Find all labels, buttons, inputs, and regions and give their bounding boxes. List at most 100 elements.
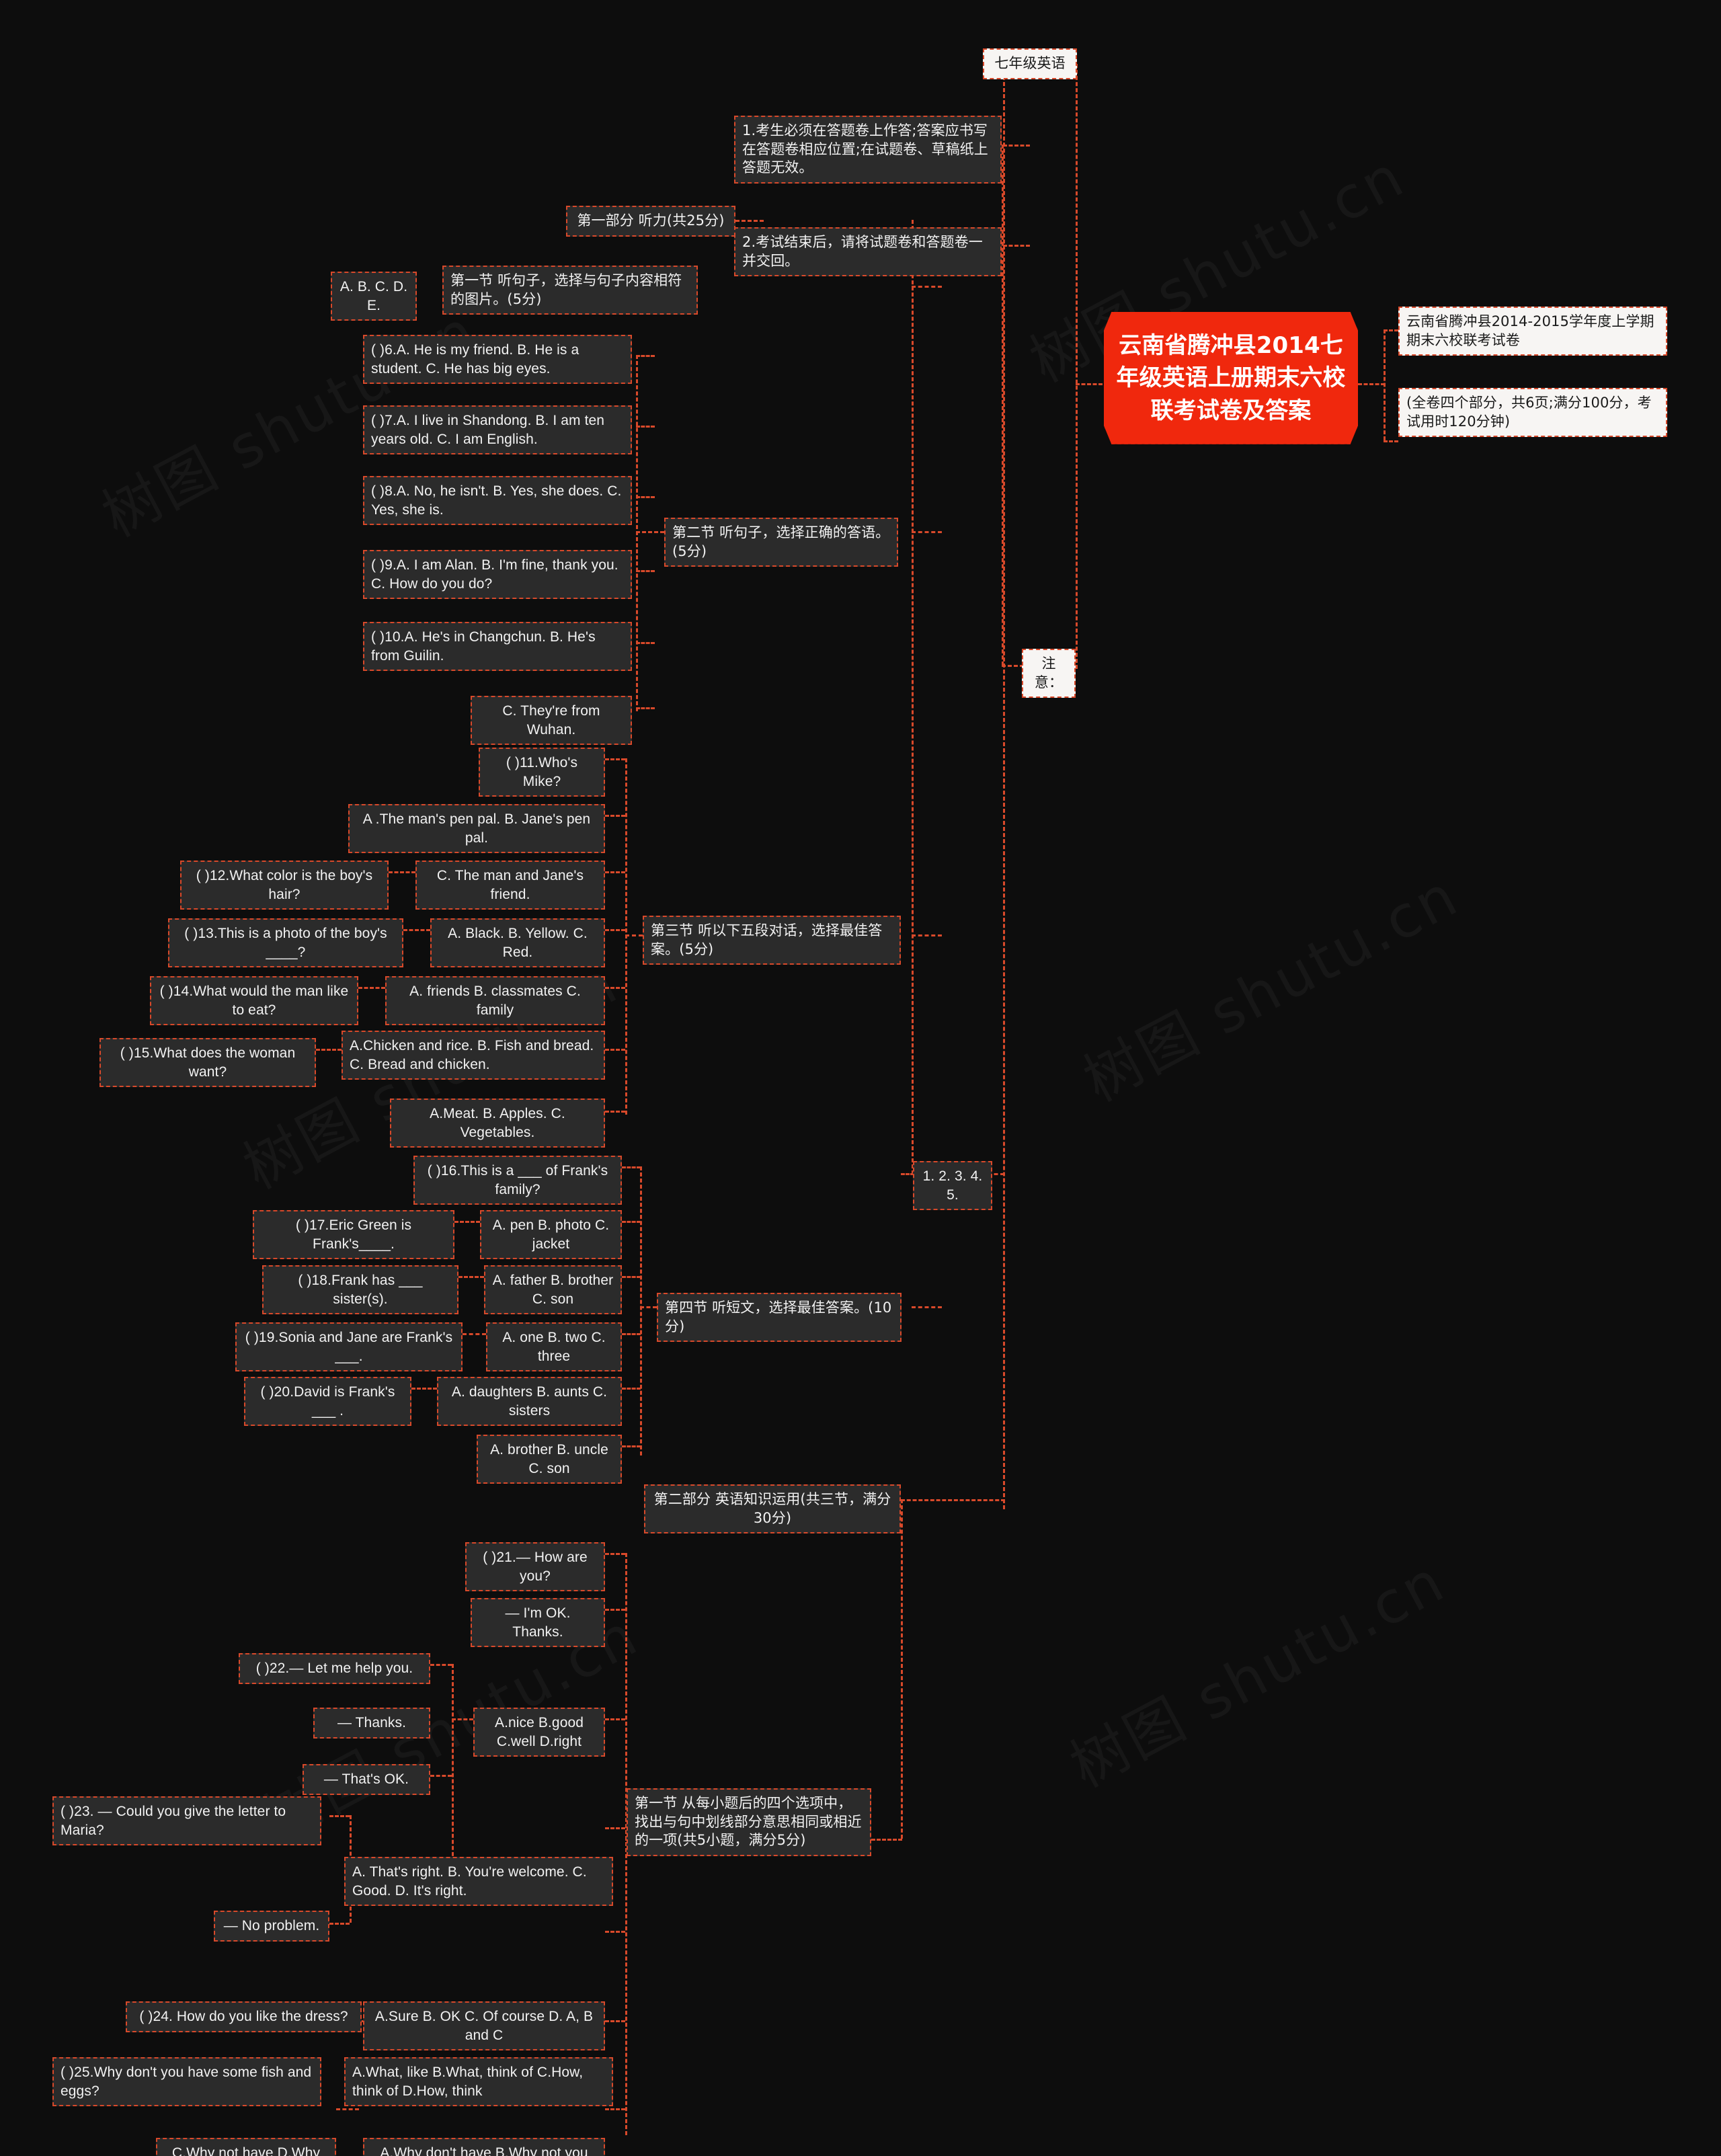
exam-paper-name-node[interactable]: 云南省腾冲县2014-2015学年度上学期期末六校联考试卷 (1398, 307, 1667, 356)
connector (901, 1499, 1005, 1501)
connector (605, 815, 625, 817)
connector (622, 1166, 641, 1168)
watermark: 树图 shutu.cn (1053, 1535, 1457, 1803)
option-node-q22a[interactable]: — Thanks. (313, 1708, 430, 1739)
connector (1003, 64, 1005, 1509)
central-topic[interactable]: 云南省腾冲县2014七年级英语上册期末六校联考试卷及答案 (1104, 312, 1358, 444)
connector (1002, 145, 1004, 666)
connector (605, 1827, 625, 1829)
part2-section1-label-node[interactable]: 第一节 从每小题后的四个选项中，找出与句中划线部分意思相同或相近的一项(共5小题… (627, 1788, 871, 1857)
question-node-q6[interactable]: ( )6.A. He is my friend. B. He is a stud… (363, 335, 632, 385)
numbering-node[interactable]: 1. 2. 3. 4. 5. (913, 1161, 992, 1211)
part2-label-node[interactable]: 第二部分 英语知识运用(共三节，满分30分) (644, 1484, 901, 1534)
option-node-q25a[interactable]: A.What, like B.What, think of C.How, thi… (344, 2057, 613, 2107)
connector (454, 1221, 480, 1223)
connector (358, 987, 385, 989)
connector (636, 426, 655, 428)
notice-label-node[interactable]: 注意： (1022, 649, 1076, 698)
question-node-q8[interactable]: ( )8.A. No, he isn't. B. Yes, she does. … (363, 476, 632, 526)
question-node-q19[interactable]: ( )19.Sonia and Jane are Frank's ___. (235, 1322, 463, 1372)
notice-2-node[interactable]: 2.考试结束后，请将试题卷和答题卷一并交回。 (734, 227, 1002, 277)
option-node-q10b[interactable]: C. They're from Wuhan. (471, 696, 632, 746)
option-node-q22b[interactable]: A.nice B.good C.well D.right (473, 1708, 605, 1757)
question-node-q20[interactable]: ( )20.David is Frank's ___ . (244, 1377, 411, 1427)
connector (912, 531, 942, 533)
option-node-q20b[interactable]: A. brother B. uncle C. son (477, 1435, 622, 1484)
connector (912, 934, 942, 936)
watermark: 树图 shutu.cn (1067, 849, 1471, 1117)
question-node-q13[interactable]: ( )13.This is a photo of the boy's ____? (168, 918, 403, 968)
part1-section2-label-node[interactable]: 第二节 听句子，选择正确的答语。(5分) (664, 518, 898, 567)
question-node-q17[interactable]: ( )17.Eric Green is Frank's____. (253, 1210, 454, 1260)
connector (912, 220, 914, 1174)
question-node-q12[interactable]: ( )12.What color is the boy's hair? (180, 861, 389, 910)
option-node-q15b[interactable]: A.Meat. B. Apples. C. Vegetables. (390, 1099, 605, 1148)
part1-label-node[interactable]: 第一部分 听力(共25分) (566, 206, 735, 237)
connector (605, 2108, 625, 2110)
option-node-q13a[interactable]: A. Black. B. Yellow. C. Red. (430, 918, 605, 968)
question-node-q11[interactable]: ( )11.Who's Mike? (479, 748, 605, 797)
connector (622, 1388, 641, 1390)
option-node-q20a[interactable]: A. daughters B. aunts C. sisters (437, 1377, 622, 1427)
question-node-q25[interactable]: ( )25.Why don't you have some fish and e… (52, 2057, 321, 2107)
question-node-q10[interactable]: ( )10.A. He's in Changchun. B. He's from… (363, 622, 632, 672)
option-node-q14a[interactable]: A. friends B. classmates C. family (385, 976, 605, 1026)
connector (316, 1049, 342, 1051)
question-node-q18[interactable]: ( )18.Frank has ___ sister(s). (262, 1265, 458, 1315)
part1-section4-label-node[interactable]: 第四节 听短文，选择最佳答案。(10分) (657, 1293, 902, 1343)
part1-section3-label-node[interactable]: 第三节 听以下五段对话，选择最佳答案。(5分) (643, 916, 901, 965)
option-node-q11a[interactable]: A .The man's pen pal. B. Jane's pen pal. (348, 804, 605, 854)
question-node-q16[interactable]: ( )16.This is a ___ of Frank's family? (413, 1156, 622, 1205)
connector (605, 871, 625, 873)
option-node-q19a[interactable]: A. one B. two C. three (486, 1322, 622, 1372)
connector (605, 2020, 625, 2022)
connector (463, 1333, 486, 1335)
notice-1-node[interactable]: 1.考生必须在答题卷上作答;答案应书写在答题卷相应位置;在试题卷、草稿纸上答题无… (734, 116, 1002, 184)
connector (640, 1166, 642, 1455)
question-node-q22[interactable]: ( )22.— Let me help you. (239, 1653, 430, 1684)
connector (636, 355, 638, 711)
question-node-q24[interactable]: ( )24. How do you like the dress? (126, 2001, 362, 2032)
connector (605, 1609, 625, 1611)
question-node-q14[interactable]: ( )14.What would the man like to eat? (150, 976, 358, 1026)
connector (389, 871, 415, 873)
connector (605, 1553, 625, 1555)
connector (636, 570, 655, 572)
option-node-q12a[interactable]: C. The man and Jane's friend. (415, 861, 605, 910)
connector (430, 1775, 452, 1777)
connector (605, 758, 625, 760)
connector (1003, 145, 1030, 147)
question-node-q9[interactable]: ( )9.A. I am Alan. B. I'm fine, thank yo… (363, 550, 632, 600)
option-node-q17a[interactable]: A. pen B. photo C. jacket (480, 1210, 622, 1260)
connector (1384, 329, 1398, 331)
question-node-q7[interactable]: ( )7.A. I live in Shandong. B. I am ten … (363, 405, 632, 455)
connector (625, 758, 627, 1115)
connector (735, 220, 764, 222)
connector (636, 496, 655, 498)
option-node-q25b[interactable]: C.Why not have D.Why have (156, 2138, 336, 2156)
option-node-q22c[interactable]: — That's OK. (303, 1764, 430, 1795)
connector (622, 1276, 641, 1278)
connector (336, 2108, 359, 2110)
connector (411, 1388, 437, 1390)
option-node-q24a[interactable]: A.Sure B. OK C. Of course D. A, B and C (363, 2001, 605, 2051)
option-node-q23a[interactable]: A. That's right. B. You're welcome. C. G… (344, 1857, 613, 1907)
connector (605, 1049, 625, 1051)
section1-options-node[interactable]: A. B. C. D. E. (331, 272, 417, 321)
connector (605, 987, 625, 989)
connector (329, 1923, 350, 1925)
exam-paper-spec-node[interactable]: (全卷四个部分，共6页;满分100分，考试用时120分钟) (1398, 388, 1667, 438)
option-node-q25c[interactable]: A.Why don't have B.Why not you have (363, 2138, 605, 2156)
connector (901, 1173, 914, 1175)
connector (622, 1445, 641, 1447)
question-node-q21[interactable]: ( )21.— How are you? (465, 1542, 605, 1592)
part1-section1-label-node[interactable]: 第一节 听句子，选择与句子内容相符的图片。(5分) (442, 266, 698, 315)
question-node-q15[interactable]: ( )15.What does the woman want? (99, 1038, 316, 1088)
option-node-q15a[interactable]: A.Chicken and rice. B. Fish and bread. C… (342, 1031, 605, 1080)
subject-node[interactable]: 七年级英语 (983, 48, 1077, 79)
question-node-q23[interactable]: ( )23. — Could you give the letter to Ma… (52, 1796, 321, 1846)
option-node-q18a[interactable]: A. father B. brother C. son (484, 1265, 622, 1315)
option-node-q21a[interactable]: — I'm OK. Thanks. (471, 1598, 605, 1648)
mindmap-canvas: 树图 shutu.cn 树图 shutu.cn 树图 shutu.cn 树图 s… (0, 0, 1721, 2156)
option-node-q23b[interactable]: — No problem. (214, 1911, 329, 1942)
